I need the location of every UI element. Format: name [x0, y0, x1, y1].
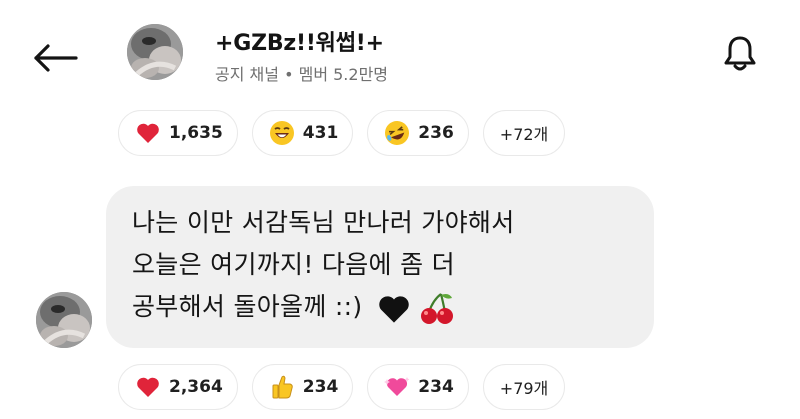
message-line-2: 오늘은 여기까지! 다음에 좀 더: [132, 250, 455, 279]
reaction-heart[interactable]: 1,635: [118, 110, 238, 156]
message-line-3-text: 공부해서 돌아올께 ::): [132, 292, 363, 321]
black-heart-icon: [378, 296, 409, 323]
reaction-laugh[interactable]: 431: [251, 110, 354, 156]
reaction-row-bottom: 2,364 234 234 +79개: [118, 364, 566, 410]
reaction-count: 234: [302, 377, 339, 397]
red-heart-icon: [135, 374, 161, 400]
notification-button[interactable]: [716, 30, 764, 78]
message-line-3: 공부해서 돌아올께 ::): [132, 286, 626, 329]
bell-icon: [724, 36, 756, 71]
reaction-thumbs-up[interactable]: 234: [251, 364, 354, 410]
channel-avatar[interactable]: [127, 24, 183, 80]
sparkling-heart-icon: [384, 374, 410, 400]
channel-name: +GZBz!!워썹!+: [215, 31, 384, 56]
reaction-count: 2,364: [169, 377, 223, 397]
reaction-rofl[interactable]: 236: [367, 110, 469, 156]
reaction-count: 1,635: [169, 123, 223, 143]
channel-subtitle: 공지 채널 • 멤버 5.2만명: [215, 61, 388, 85]
member-count: 멤버 5.2만명: [298, 65, 389, 84]
subtitle-separator: •: [284, 65, 294, 84]
sender-avatar[interactable]: [36, 292, 92, 348]
channel-type: 공지 채널: [215, 65, 279, 84]
cherries-icon: [420, 293, 453, 324]
more-reactions-button[interactable]: +79개: [482, 364, 566, 410]
laughing-face-icon: [269, 120, 295, 146]
rofl-face-icon: [384, 120, 410, 146]
reaction-pink-heart[interactable]: 234: [367, 364, 469, 410]
message-line-1: 나는 이만 서감독님 만나러 가야해서: [132, 208, 515, 237]
reaction-heart[interactable]: 2,364: [118, 364, 238, 410]
arrow-left-icon: [34, 44, 78, 72]
reaction-count: 236: [418, 123, 454, 143]
back-button[interactable]: [28, 36, 82, 80]
reaction-row-top: 1,635 431 236 +72개: [118, 110, 566, 156]
more-reactions-button[interactable]: +72개: [482, 110, 566, 156]
reaction-count: 431: [302, 123, 339, 143]
thumbs-up-icon: [269, 374, 295, 400]
message-bubble[interactable]: 나는 이만 서감독님 만나러 가야해서 오늘은 여기까지! 다음에 좀 더 공부…: [106, 186, 654, 348]
red-heart-icon: [135, 120, 161, 146]
reaction-count: 234: [418, 377, 454, 397]
